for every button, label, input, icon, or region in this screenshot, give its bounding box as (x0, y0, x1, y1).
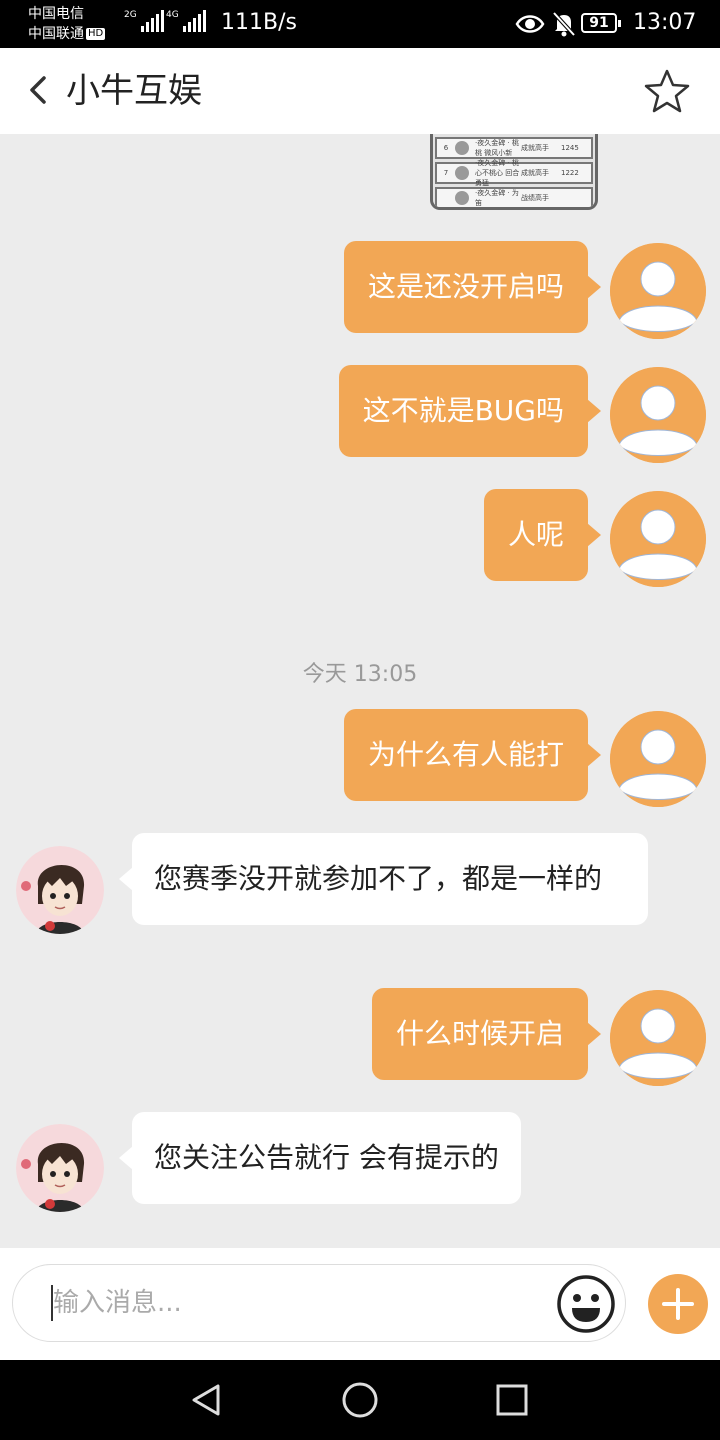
user-avatar-icon[interactable] (610, 243, 706, 339)
battery-icon: 91 (581, 13, 621, 33)
emoji-icon[interactable] (556, 1274, 616, 1334)
message-input[interactable]: 输入消息... (12, 1264, 626, 1342)
signal-1-icon: 2G (124, 10, 164, 32)
status-time: 13:07 (633, 10, 697, 35)
user-avatar-icon[interactable] (610, 711, 706, 807)
user-avatar-icon[interactable] (610, 990, 706, 1086)
chat-list[interactable]: 6 ·夜久金碑 · 桃桃 微风小新 成就高手 1245 7 ·夜久金碑 · 桃心… (0, 134, 720, 1248)
message-bubble-outgoing[interactable]: 人呢 (483, 489, 602, 581)
message-input-bar: 输入消息... (0, 1248, 720, 1360)
message-bubble-outgoing[interactable]: 这不就是BUG吗 (338, 365, 602, 457)
home-circle-icon[interactable] (340, 1380, 380, 1420)
message-bubble-incoming[interactable]: 您关注公告就行 会有提示的 (119, 1112, 521, 1204)
avatar (455, 191, 469, 205)
agent-avatar-icon[interactable] (16, 846, 104, 934)
list-item: 7 ·夜久金碑 · 桃心不桃心 回合勇猛 成就高手 1222 (435, 159, 593, 187)
carrier-info: 中国电信 中国联通 HD (28, 4, 106, 44)
avatar (455, 141, 469, 155)
status-bar: 中国电信 中国联通 HD 2G 4G 111B/s 91 13:07 (0, 0, 720, 48)
message-bubble-outgoing[interactable]: 什么时候开启 (371, 988, 602, 1080)
message-input-placeholder: 输入消息... (53, 1288, 182, 1318)
agent-avatar-icon[interactable] (16, 1124, 104, 1212)
add-attachment-button[interactable] (648, 1274, 708, 1334)
chevron-left-icon[interactable] (24, 70, 54, 110)
user-avatar-icon[interactable] (610, 367, 706, 463)
message-bubble-outgoing[interactable]: 为什么有人能打 (343, 709, 602, 801)
message-bubble-outgoing[interactable]: 这是还没开启吗 (343, 241, 602, 333)
recents-square-icon[interactable] (492, 1380, 532, 1420)
carrier-1: 中国电信 (28, 6, 84, 22)
net-speed: 111B/s (221, 10, 297, 35)
message-bubble-incoming[interactable]: 您赛季没开就参加不了，都是一样的 (119, 833, 648, 925)
back-triangle-icon[interactable] (186, 1380, 226, 1420)
list-item: 6 ·夜久金碑 · 桃桃 微风小新 成就高手 1245 (435, 137, 593, 159)
star-outline-icon[interactable] (642, 68, 692, 114)
hd-badge: HD (86, 28, 106, 40)
avatar (455, 166, 469, 180)
list-item: ·夜久金碑 · 为笛 战绩高手 (435, 187, 593, 207)
user-avatar-icon[interactable] (610, 491, 706, 587)
eye-icon (515, 15, 545, 33)
text-caret (51, 1285, 53, 1321)
title-bar: 小牛互娱 (0, 48, 720, 134)
image-message-thumbnail[interactable]: 6 ·夜久金碑 · 桃桃 微风小新 成就高手 1245 7 ·夜久金碑 · 桃心… (430, 134, 598, 210)
bell-muted-icon (552, 11, 576, 37)
signal-2-icon: 4G (166, 10, 206, 32)
system-nav-bar (0, 1360, 720, 1440)
page-title: 小牛互娱 (66, 71, 202, 111)
carrier-2: 中国联通 (28, 26, 84, 42)
message-timestamp: 今天 13:05 (302, 662, 418, 687)
